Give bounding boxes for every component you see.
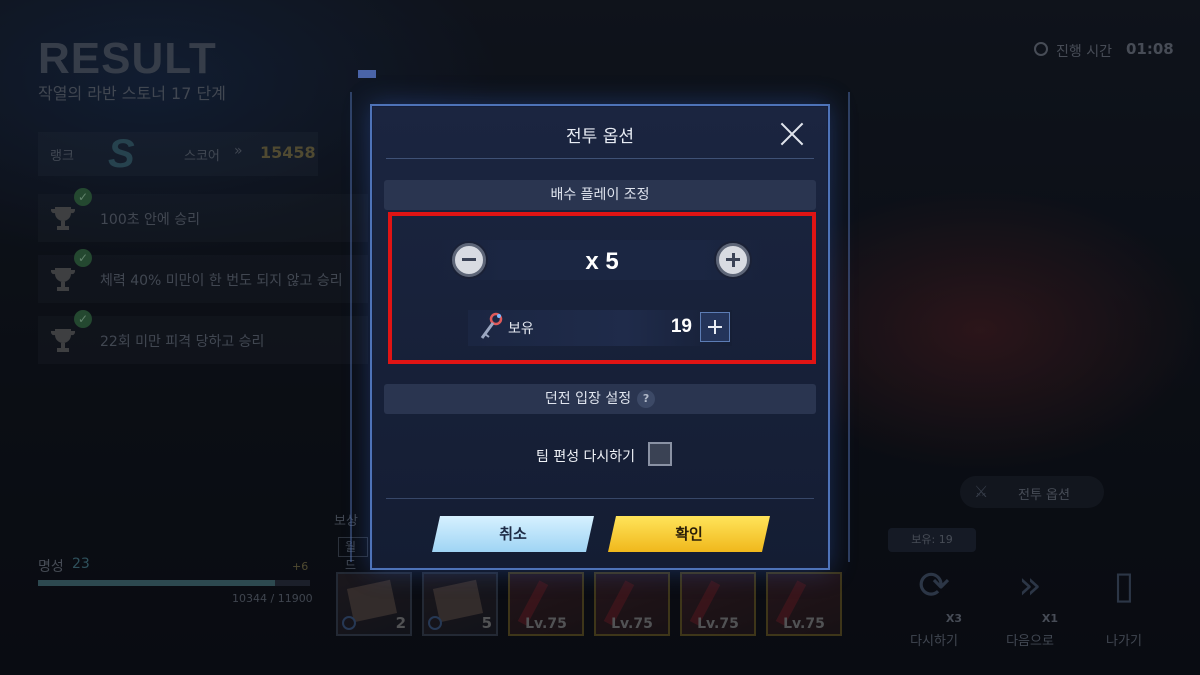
modal-frame-left xyxy=(350,92,362,562)
multiplier-section-header: 배수 플레이 조정 xyxy=(384,180,816,210)
divider xyxy=(386,498,814,499)
dungeon-section-label: 던전 입장 설정 xyxy=(544,391,632,407)
battle-option-dialog: 전투 옵션 배수 플레이 조정 x 5 보유 19 던전 입장 설정? 팀 편성… xyxy=(370,104,830,570)
dungeon-section-header: 던전 입장 설정? xyxy=(384,384,816,414)
close-icon[interactable] xyxy=(778,120,806,148)
reform-team-label: 팀 편성 다시하기 xyxy=(536,449,636,465)
cancel-button[interactable]: 취소 xyxy=(432,516,594,552)
confirm-button[interactable]: 확인 xyxy=(608,516,770,552)
modal-decoration xyxy=(358,70,376,78)
reform-team-checkbox[interactable] xyxy=(648,442,672,466)
divider xyxy=(386,158,814,159)
help-icon[interactable]: ? xyxy=(637,390,656,408)
modal-frame-right xyxy=(838,92,850,562)
dialog-title: 전투 옵션 xyxy=(566,127,634,147)
highlight-box xyxy=(388,212,816,364)
